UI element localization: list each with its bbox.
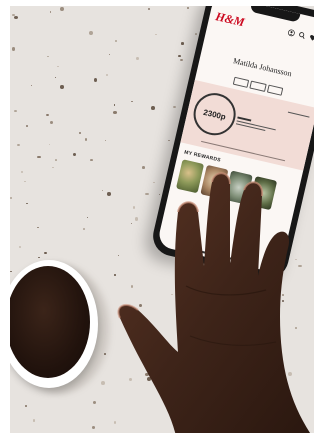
- speckle: [18, 245, 22, 249]
- points-value: 2300p: [202, 107, 227, 122]
- hand: [117, 172, 311, 433]
- member-status: [235, 115, 277, 136]
- speckle: [36, 155, 41, 159]
- speckle: [38, 256, 40, 258]
- speckle: [54, 77, 57, 79]
- speckle: [104, 139, 106, 141]
- speckle: [32, 419, 35, 422]
- speckle: [187, 7, 190, 9]
- speckle: [113, 104, 116, 107]
- speckle: [24, 181, 26, 183]
- speckle: [173, 105, 177, 108]
- speckle: [92, 401, 96, 405]
- member-name: Matilda Johansson: [232, 56, 293, 79]
- speckle: [94, 78, 98, 82]
- search-icon[interactable]: [298, 31, 306, 39]
- speckle: [14, 110, 18, 113]
- card-chip: [249, 80, 267, 92]
- speckle: [131, 100, 133, 102]
- speckle: [11, 46, 16, 51]
- speckle: [10, 197, 12, 200]
- speckle: [115, 39, 118, 43]
- speckle: [194, 32, 197, 35]
- member-link[interactable]: [287, 111, 310, 118]
- speckle: [180, 42, 185, 45]
- speckle: [151, 106, 155, 110]
- speckle: [107, 192, 112, 196]
- speckle: [136, 57, 140, 61]
- speckle: [101, 381, 105, 386]
- speckle: [50, 11, 52, 13]
- speckle: [180, 58, 183, 61]
- card-chip: [232, 76, 250, 88]
- speckle: [89, 30, 94, 35]
- speckle: [108, 53, 111, 56]
- card-chip: [266, 84, 284, 96]
- speckle: [147, 7, 150, 10]
- speckle: [25, 124, 29, 128]
- speckle: [14, 15, 19, 19]
- speckle: [79, 131, 82, 135]
- speckle: [90, 158, 94, 161]
- speckle: [84, 138, 88, 141]
- speckle: [48, 144, 51, 146]
- coffee-liquid: [10, 266, 90, 378]
- heart-icon[interactable]: [309, 34, 314, 42]
- speckle: [82, 227, 85, 230]
- speckle: [113, 111, 117, 115]
- speckle: [37, 226, 40, 229]
- user-icon[interactable]: [287, 29, 295, 37]
- speckle: [92, 426, 96, 429]
- speckle: [168, 139, 170, 141]
- speckle: [10, 271, 12, 273]
- speckle: [49, 120, 53, 125]
- speckle: [30, 85, 32, 87]
- speckle: [45, 113, 49, 117]
- speckle: [154, 34, 157, 36]
- speckle: [52, 166, 54, 168]
- speckle: [72, 152, 76, 157]
- speckle: [17, 143, 20, 146]
- speckle: [56, 65, 59, 68]
- speckle: [60, 7, 64, 12]
- speckle: [178, 55, 181, 57]
- speckle: [87, 217, 89, 219]
- speckle: [60, 85, 65, 89]
- brand-logo[interactable]: H&M: [214, 9, 246, 30]
- speckle: [25, 202, 29, 205]
- speckle: [101, 189, 103, 192]
- speckle: [106, 73, 109, 77]
- points-ring: 2300p: [189, 89, 240, 140]
- speckle: [54, 159, 57, 161]
- speckle: [20, 171, 24, 174]
- speckle: [47, 55, 49, 58]
- speckle: [44, 252, 47, 255]
- photo-scene: H&M Matilda Johansson 2300p MY REWARDS: [10, 6, 314, 433]
- speckle: [25, 405, 27, 407]
- header-icons: [287, 29, 314, 45]
